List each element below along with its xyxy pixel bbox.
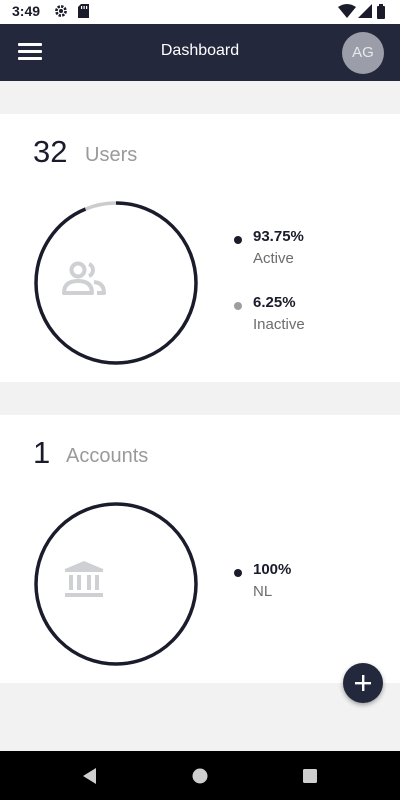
- users-donut-chart: [34, 201, 198, 365]
- legend-nl-name: NL: [253, 583, 273, 600]
- legend-active-value: 93.75%: [253, 228, 304, 245]
- users-ring-segment-0: [34, 201, 198, 365]
- sd-card-icon: [78, 4, 89, 18]
- legend-nl-value: 100%: [253, 561, 292, 578]
- wifi-icon: [338, 4, 356, 18]
- system-nav-bar: [0, 751, 400, 800]
- users-card: 32 Users 93.75% Active 6.25% Inactive: [0, 114, 400, 382]
- signal-icon: [358, 4, 372, 18]
- accounts-card: 1 Accounts 100% NL: [0, 415, 400, 683]
- accounts-count: 1: [33, 435, 51, 470]
- page-title: Dashboard: [160, 42, 240, 59]
- recents-icon[interactable]: [298, 764, 322, 788]
- status-time: 3:49: [12, 3, 41, 19]
- legend-inactive-name: Inactive: [253, 316, 305, 333]
- users-count: 32: [33, 134, 68, 169]
- accounts-ring-segment-0: [34, 502, 198, 666]
- bank-icon: [65, 561, 103, 597]
- legend-inactive-value: 6.25%: [253, 294, 296, 311]
- users-label: Users: [85, 144, 138, 166]
- add-button[interactable]: [343, 663, 383, 703]
- legend-active-name: Active: [253, 250, 294, 267]
- home-icon[interactable]: [188, 764, 212, 788]
- accounts-donut-chart: [34, 502, 198, 666]
- plus-icon: [355, 675, 371, 691]
- app-bar: Dashboard AG: [0, 24, 400, 81]
- accounts-label: Accounts: [66, 445, 149, 467]
- status-bar: 3:49: [0, 0, 400, 24]
- legend-dot-nl: [234, 569, 242, 577]
- users-icon: [62, 261, 106, 295]
- battery-icon: [377, 4, 385, 19]
- legend-dot-active: [234, 236, 242, 244]
- back-icon[interactable]: [78, 764, 102, 788]
- legend-dot-inactive: [234, 302, 242, 310]
- settings-icon: [55, 5, 67, 17]
- avatar[interactable]: AG: [342, 32, 384, 74]
